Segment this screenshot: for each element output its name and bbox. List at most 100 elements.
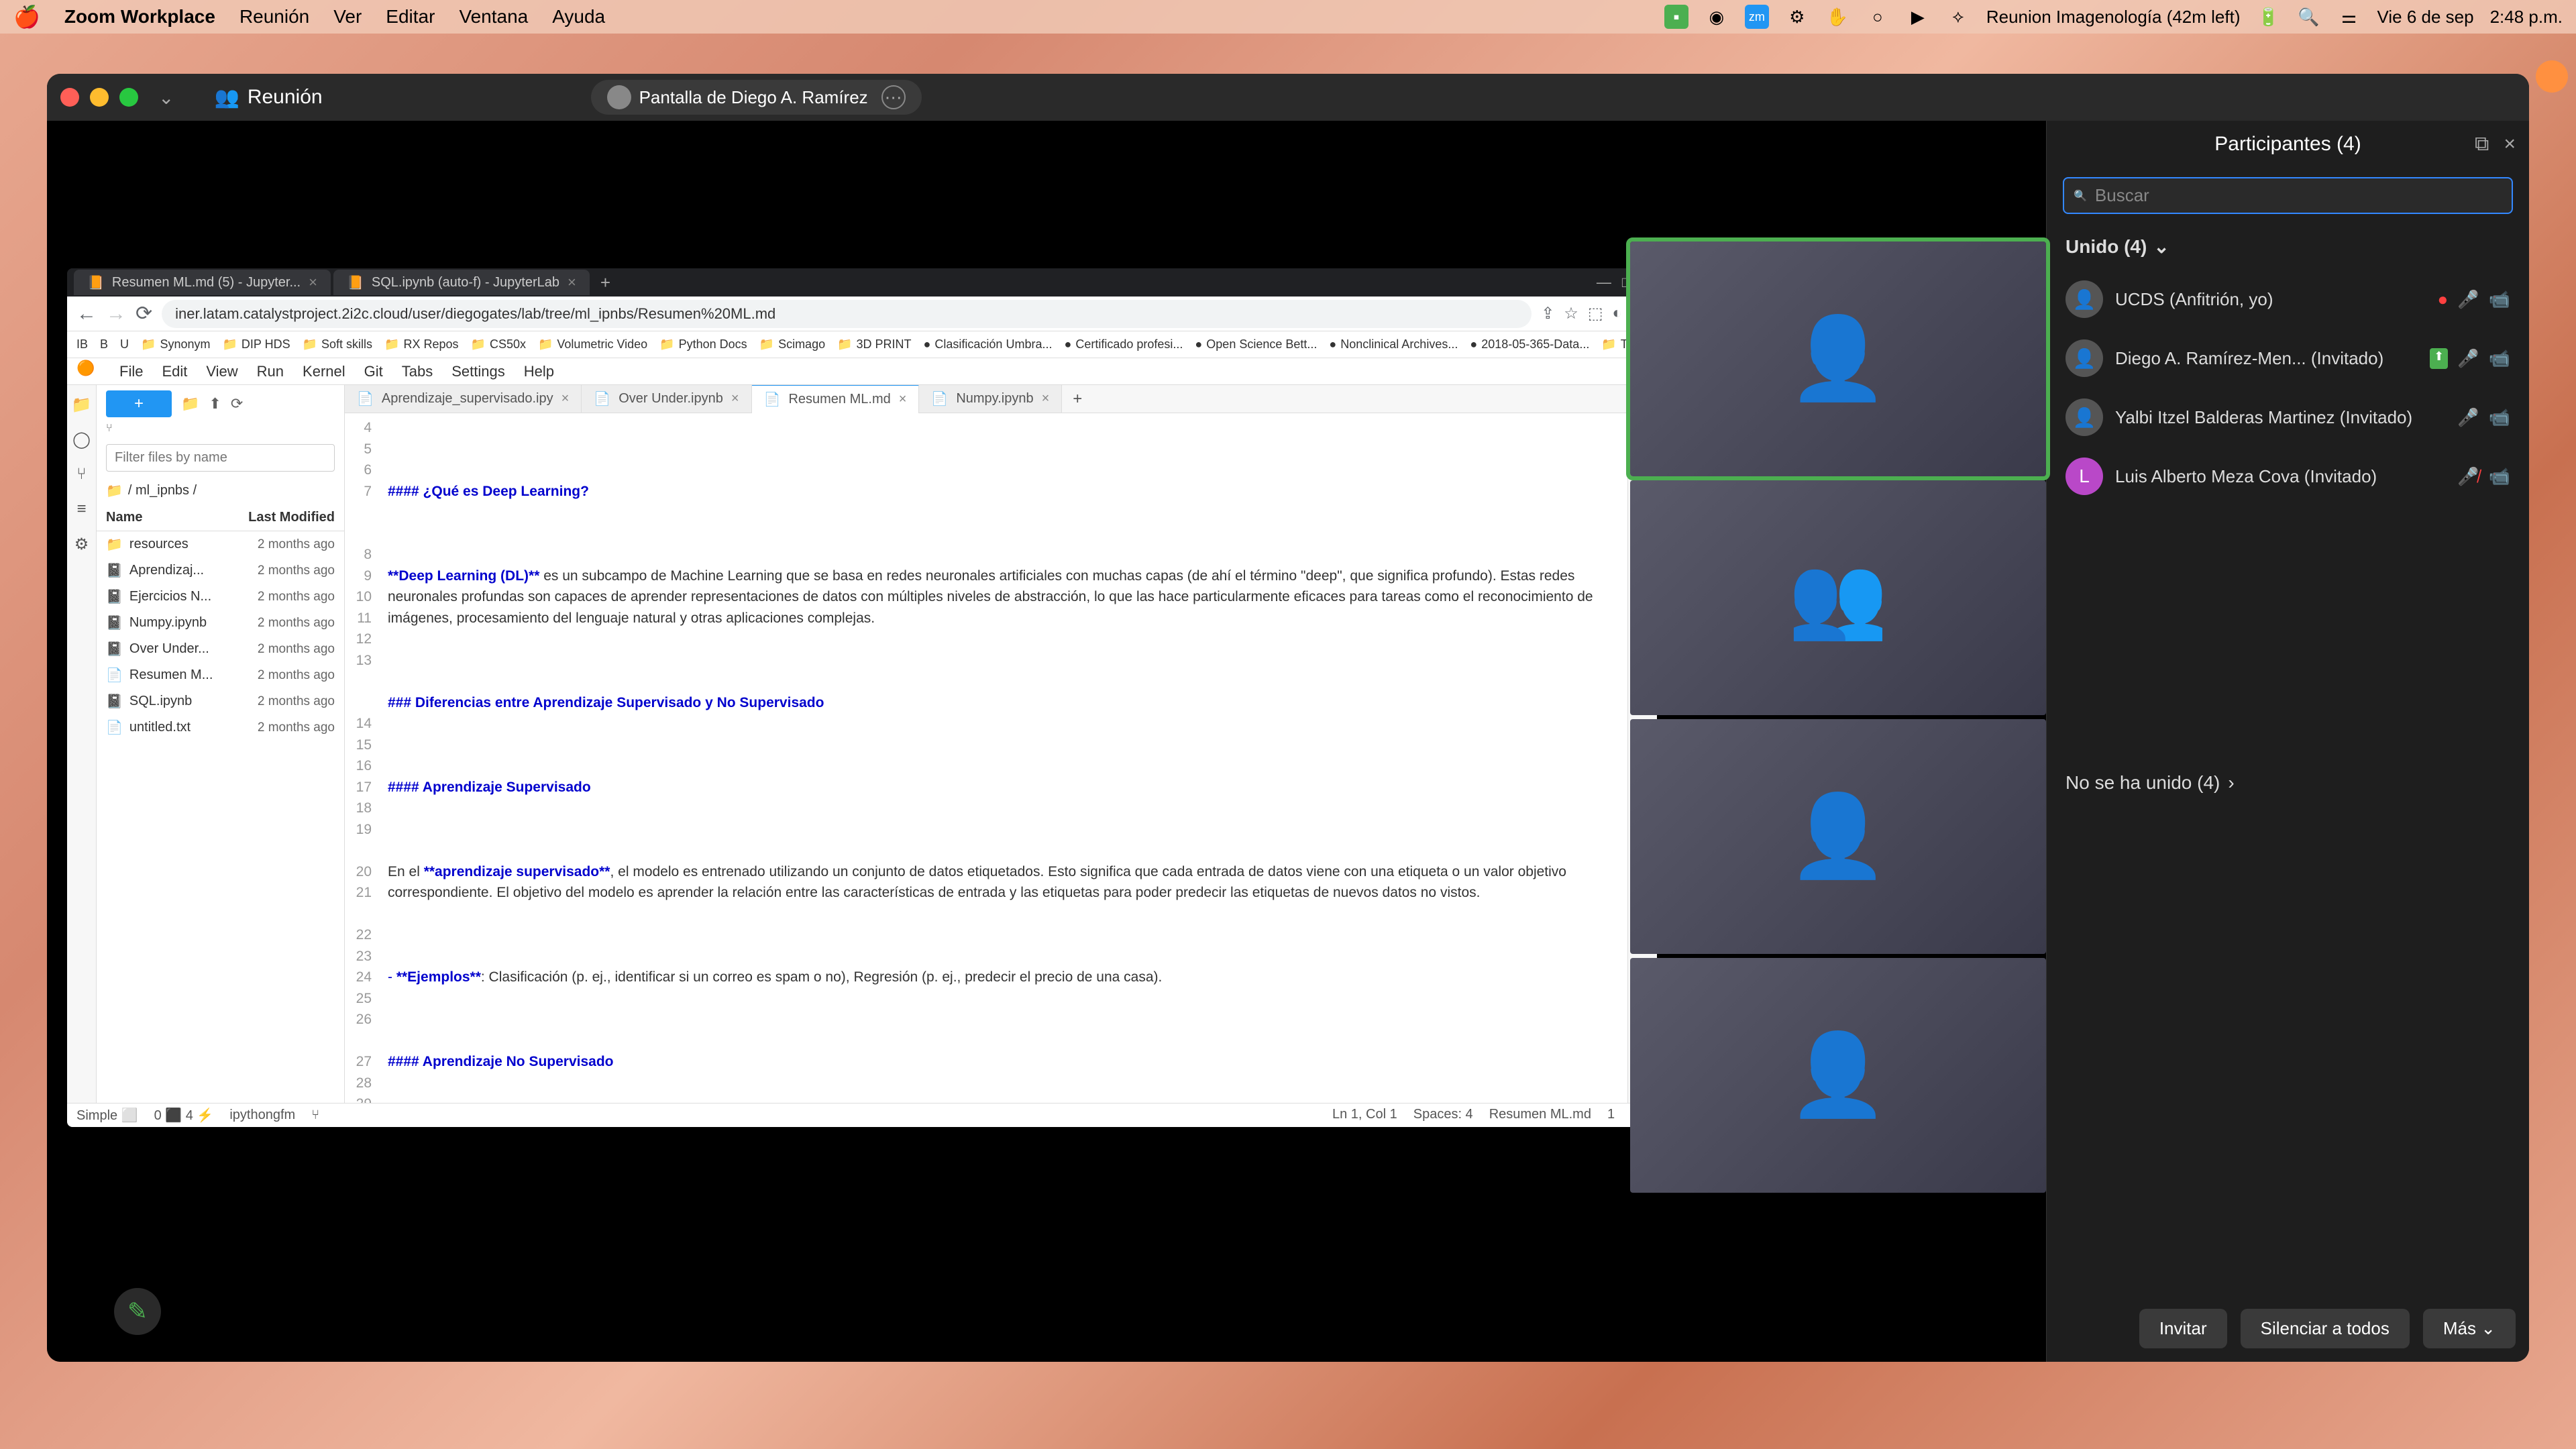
editor-tab[interactable]: 📄Over Under.ipynb×: [582, 385, 751, 413]
git-icon[interactable]: ⑂: [72, 464, 92, 484]
menu-item-editar[interactable]: Editar: [386, 6, 435, 28]
side-bubble-icon[interactable]: [2536, 60, 2568, 93]
close-icon[interactable]: ×: [1042, 391, 1050, 407]
close-icon[interactable]: ×: [309, 274, 317, 291]
wifi-icon[interactable]: ⟡: [1946, 5, 1970, 29]
menu-item-reunion[interactable]: Reunión: [239, 6, 309, 28]
bookmark-item[interactable]: B: [100, 337, 108, 352]
camera-icon[interactable]: 📹: [2489, 407, 2510, 428]
share-icon[interactable]: ⇪: [1541, 304, 1554, 323]
jlab-menu-run[interactable]: Run: [257, 363, 284, 380]
cursor-position[interactable]: Ln 1, Col 1: [1332, 1107, 1397, 1124]
extension-icon[interactable]: ⬚: [1588, 304, 1603, 323]
reload-icon[interactable]: ⟳: [136, 302, 152, 325]
joined-section-header[interactable]: Unido (4) ⌄: [2047, 223, 2529, 270]
file-item[interactable]: 📁resources2 months ago: [97, 531, 344, 557]
apple-logo-icon[interactable]: 🍎: [13, 4, 40, 30]
bookmark-item[interactable]: 📁 DIP HDS: [223, 337, 290, 352]
editor-tab[interactable]: 📄Resumen ML.md×: [752, 385, 920, 413]
bookmark-item[interactable]: 📁 CS50x: [471, 337, 526, 352]
star-icon[interactable]: ☆: [1564, 304, 1578, 323]
meeting-time-left[interactable]: Reunion Imagenología (42m left): [1986, 7, 2241, 28]
bookmark-item[interactable]: ● 2018-05-365-Data...: [1470, 337, 1589, 352]
close-icon[interactable]: ×: [568, 274, 576, 291]
bookmark-item[interactable]: IB: [76, 337, 88, 352]
bookmark-item[interactable]: ● Certificado profesi...: [1064, 337, 1183, 352]
column-name[interactable]: Name: [106, 510, 248, 525]
menu-item-ver[interactable]: Ver: [333, 6, 362, 28]
participant-item[interactable]: 👤Diego A. Ramírez-Men... (Invitado)⬆🎤📹: [2047, 329, 2529, 388]
participant-item[interactable]: 👤Yalbi Itzel Balderas Martinez (Invitado…: [2047, 388, 2529, 447]
address-bar[interactable]: iner.latam.catalystproject.2i2c.cloud/us…: [162, 300, 1532, 328]
search-input[interactable]: [2095, 185, 2502, 206]
video-tile[interactable]: 👥: [1630, 480, 2046, 715]
git-branch-icon[interactable]: ⑂: [106, 423, 113, 434]
bookmark-item[interactable]: 📁 Volumetric Video: [538, 337, 647, 352]
more-button[interactable]: Más: [2423, 1309, 2516, 1348]
bookmark-item[interactable]: U: [120, 337, 129, 352]
mute-all-button[interactable]: Silenciar a todos: [2241, 1309, 2410, 1348]
jlab-menu-edit[interactable]: Edit: [162, 363, 187, 380]
popout-icon[interactable]: ⧉: [2475, 133, 2489, 156]
refresh-icon[interactable]: ⟳: [231, 395, 243, 413]
video-tile[interactable]: 👤: [1630, 241, 2046, 476]
mic-icon[interactable]: 🎤: [2457, 289, 2479, 310]
share-indicator[interactable]: Pantalla de Diego A. Ramírez ⋯: [591, 80, 922, 115]
participant-item[interactable]: 👤UCDS (Anfitrión, yo)●🎤📹: [2047, 270, 2529, 329]
record-icon[interactable]: ◉: [1705, 5, 1729, 29]
file-item[interactable]: 📓SQL.ipynb2 months ago: [97, 688, 344, 714]
jlab-menu-settings[interactable]: Settings: [451, 363, 505, 380]
zoom-share-icon[interactable]: zm: [1745, 5, 1769, 29]
chrome-tab[interactable]: 📙 Resumen ML.md (5) - Jupyter... ×: [74, 270, 331, 295]
code-area[interactable]: #### ¿Qué es Deep Learning? **Deep Learn…: [378, 413, 1627, 1103]
jlab-menu-view[interactable]: View: [206, 363, 237, 380]
bookmark-item[interactable]: 📁 Synonym: [141, 337, 210, 352]
editor-tab[interactable]: 📄Aprendizaje_supervisado.ipy×: [345, 385, 582, 413]
settings-icon[interactable]: ⚙: [1785, 5, 1809, 29]
chrome-tab[interactable]: 📙 SQL.ipynb (auto-f) - JupyterLab ×: [333, 270, 590, 295]
jlab-menu-tabs[interactable]: Tabs: [402, 363, 433, 380]
bookmark-item[interactable]: 📁 RX Repos: [384, 337, 458, 352]
bookmark-item[interactable]: ● Nonclinical Archives...: [1329, 337, 1458, 352]
app-name[interactable]: Zoom Workplace: [64, 6, 215, 28]
window-close-button[interactable]: [60, 88, 79, 107]
indent-spaces[interactable]: Spaces: 4: [1413, 1107, 1473, 1124]
file-item[interactable]: 📓Aprendizaj...2 months ago: [97, 557, 344, 584]
menubar-date[interactable]: Vie 6 de sep: [2377, 7, 2474, 28]
control-center-icon[interactable]: ⚌: [2337, 5, 2361, 29]
file-item[interactable]: 📓Over Under...2 months ago: [97, 636, 344, 662]
not-joined-section[interactable]: No se ha unido (4) ›: [2047, 760, 2529, 806]
menu-item-ayuda[interactable]: Ayuda: [552, 6, 605, 28]
annotate-button[interactable]: ✎: [114, 1288, 161, 1335]
simple-toggle[interactable]: Simple ⬜: [76, 1107, 138, 1124]
close-icon[interactable]: ×: [899, 392, 907, 407]
back-icon[interactable]: ←: [76, 303, 97, 325]
hand-icon[interactable]: ✋: [1825, 5, 1849, 29]
window-maximize-button[interactable]: [119, 88, 138, 107]
breadcrumb[interactable]: 📁 / ml_ipnbs /: [97, 477, 344, 504]
menubar-time[interactable]: 2:48 p.m.: [2490, 7, 2563, 28]
invite-button[interactable]: Invitar: [2139, 1309, 2227, 1348]
search-icon[interactable]: 🔍: [2297, 5, 2321, 29]
file-item[interactable]: 📓Ejercicios N...2 months ago: [97, 584, 344, 610]
camera-icon[interactable]: ▪: [1664, 5, 1688, 29]
folder-icon[interactable]: 📁: [72, 394, 92, 415]
camera-icon[interactable]: 📹: [2489, 466, 2510, 487]
git-status-icon[interactable]: ⑂: [311, 1108, 319, 1123]
video-tile[interactable]: 👤: [1630, 719, 2046, 954]
column-modified[interactable]: Last Modified: [248, 510, 335, 525]
status-mode[interactable]: ipythongfm: [229, 1108, 295, 1123]
file-item[interactable]: 📓Numpy.ipynb2 months ago: [97, 610, 344, 636]
new-tab-button[interactable]: +: [1062, 385, 1093, 414]
chrome-minimize-icon[interactable]: —: [1597, 274, 1611, 291]
status-icon[interactable]: ○: [1866, 5, 1890, 29]
participant-item[interactable]: LLuis Alberto Meza Cova (Invitado)🎤̸📹: [2047, 447, 2529, 506]
upload-icon[interactable]: ⬆: [209, 395, 221, 413]
jlab-menu-help[interactable]: Help: [524, 363, 554, 380]
toc-icon[interactable]: ≡: [72, 499, 92, 519]
bookmark-item[interactable]: ● Open Science Bett...: [1195, 337, 1317, 352]
camera-icon[interactable]: 📹: [2489, 289, 2510, 310]
bookmark-item[interactable]: 📁 Python Docs: [659, 337, 747, 352]
mic-icon[interactable]: 🎤: [2457, 407, 2479, 428]
camera-icon[interactable]: 📹: [2489, 348, 2510, 369]
